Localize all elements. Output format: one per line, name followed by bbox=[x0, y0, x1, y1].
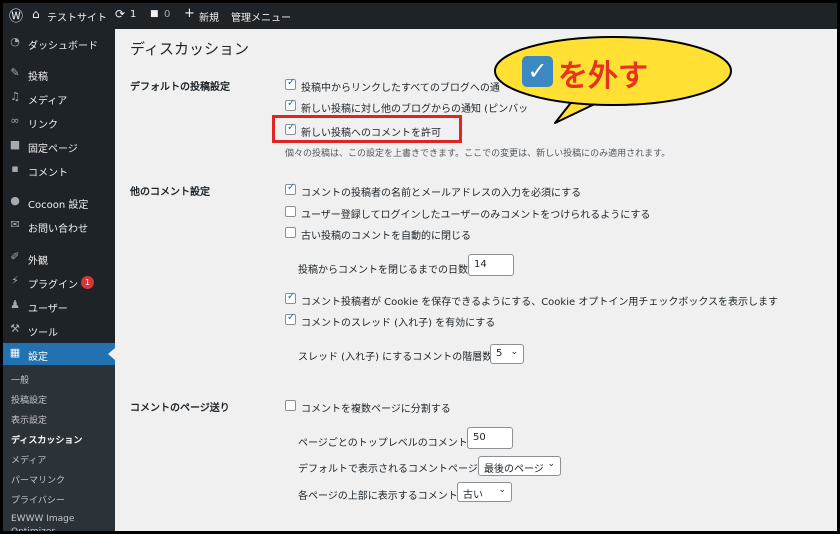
order-select[interactable]: 古い ⌄ bbox=[457, 482, 512, 502]
comment-icon: ▪ bbox=[11, 162, 19, 175]
submenu-permalinks[interactable]: パーマリンク bbox=[11, 473, 65, 486]
chevron-down-icon: ⌄ bbox=[498, 485, 506, 495]
admin-bar: Ⓦ ⌂ テストサイト ⟳ 1 ■ 0 + 新規 管理メニュー bbox=[3, 3, 837, 29]
wordpress-logo-icon[interactable]: Ⓦ bbox=[9, 6, 23, 26]
brush-icon: ✐ bbox=[10, 250, 20, 263]
sidebar-item-users[interactable]: ♟ ユーザー bbox=[3, 295, 115, 317]
submenu-general[interactable]: 一般 bbox=[11, 373, 29, 386]
home-icon[interactable]: ⌂ bbox=[32, 7, 40, 21]
sidebar-item-plugins[interactable]: ⚡ プラグイン 1 bbox=[3, 271, 115, 293]
sidebar-item-contact[interactable]: ✉ お問い合わせ bbox=[3, 215, 115, 237]
option-paginate: コメントを複数ページに分割する bbox=[301, 404, 451, 415]
callout-text: を外す bbox=[558, 59, 648, 94]
chevron-down-icon: ⌄ bbox=[510, 347, 518, 357]
option-threaded: コメントのスレッド (入れ子) を有効にする bbox=[301, 318, 496, 329]
checkbox-registered-only[interactable] bbox=[285, 206, 296, 217]
new-content-link[interactable]: 新規 bbox=[199, 9, 219, 24]
submenu-writing[interactable]: 投稿設定 bbox=[11, 393, 47, 406]
page-icon: ■ bbox=[9, 138, 21, 151]
settings-submenu bbox=[3, 365, 115, 531]
wrench-icon: ⚒ bbox=[10, 322, 20, 335]
close-days-input[interactable]: 14 bbox=[468, 254, 514, 276]
sidebar-item-comments[interactable]: ▪ コメント bbox=[3, 159, 115, 181]
dashboard-icon: ◔ bbox=[10, 35, 20, 48]
option-link-notify: 投稿中からリンクしたすべてのブログへの通 bbox=[301, 83, 500, 94]
close-days-label: 投稿からコメントを閉じるまでの日数 bbox=[298, 265, 468, 276]
checkbox-close-old[interactable] bbox=[285, 227, 296, 238]
site-name-link[interactable]: テストサイト bbox=[47, 9, 107, 24]
submenu-reading[interactable]: 表示設定 bbox=[11, 413, 47, 426]
per-page-input[interactable]: 50 bbox=[467, 427, 513, 449]
checkbox-paginate[interactable] bbox=[285, 400, 296, 411]
order-label: 各ページの上部に表示するコメント bbox=[298, 491, 458, 502]
comments-count: 0 bbox=[164, 9, 171, 20]
submenu-ewww[interactable]: EWWW Image Optimizer bbox=[11, 513, 91, 531]
default-settings-heading: デフォルトの投稿設定 bbox=[130, 82, 230, 93]
comment-paging-heading: コメントのページ送り bbox=[130, 403, 230, 414]
option-cookie-optin: コメント投稿者が Cookie を保存できるようにする、Cookie オプトイン… bbox=[301, 297, 779, 308]
per-page-label: ページごとのトップレベルのコメント bbox=[298, 438, 468, 449]
option-registered-only: ユーザー登録してログインしたユーザーのみコメントをつけられるようにする bbox=[301, 210, 651, 221]
sidebar-item-appearance[interactable]: ✐ 外観 bbox=[3, 247, 115, 269]
sidebar-item-tools[interactable]: ⚒ ツール bbox=[3, 319, 115, 341]
sidebar-item-settings[interactable]: ▦ 設定 bbox=[3, 343, 115, 365]
default-page-select[interactable]: 最後のページ ⌄ bbox=[478, 456, 561, 476]
plugin-icon: ⚡ bbox=[11, 274, 19, 287]
default-page-label: デフォルトで表示されるコメントページ bbox=[298, 464, 478, 475]
sidebar-item-posts[interactable]: ✎ 投稿 bbox=[3, 63, 115, 85]
current-menu-arrow bbox=[108, 348, 115, 360]
sidebar-item-dashboard[interactable]: ◔ ダッシュボード bbox=[3, 32, 115, 54]
option-close-old: 古い投稿のコメントを自動的に閉じる bbox=[301, 231, 471, 242]
mail-icon: ✉ bbox=[10, 218, 20, 231]
plugin-update-badge: 1 bbox=[81, 276, 94, 289]
other-comment-heading: 他のコメント設定 bbox=[130, 187, 210, 198]
sidebar-item-cocoon[interactable]: ● Cocoon 設定 bbox=[3, 191, 115, 213]
checkbox-require-name-email[interactable] bbox=[285, 182, 296, 195]
media-icon: ♫ bbox=[10, 90, 20, 103]
thread-depth-label: スレッド (入れ子) にするコメントの階層数 bbox=[298, 352, 493, 363]
sidebar-item-media[interactable]: ♫ メディア bbox=[3, 87, 115, 109]
updates-icon[interactable]: ⟳ bbox=[115, 7, 125, 21]
checkbox-pingback[interactable] bbox=[285, 98, 296, 111]
checkbox-link-notify[interactable] bbox=[285, 77, 296, 90]
checkbox-cookie-optin[interactable] bbox=[285, 291, 296, 304]
option-require-name-email: コメントの投稿者の名前とメールアドレスの入力を必須にする bbox=[301, 188, 582, 199]
settings-icon: ▦ bbox=[9, 346, 21, 359]
admin-sidebar: ◔ ダッシュボード ✎ 投稿 ♫ メディア ∞ リンク ■ 固定ページ ▪ コメント ● Co… bbox=[3, 29, 115, 531]
comments-icon[interactable]: ■ bbox=[150, 9, 159, 19]
circle-icon: ● bbox=[10, 194, 20, 207]
pin-icon: ✎ bbox=[10, 66, 20, 79]
checkbox-threaded[interactable] bbox=[285, 312, 296, 325]
admin-menu-link[interactable]: 管理メニュー bbox=[231, 9, 291, 24]
default-settings-note: 個々の投稿は、この設定を上書きできます。ここでの変更は、新しい投稿にのみ適用され… bbox=[285, 149, 671, 159]
thread-depth-select[interactable]: 5 ⌄ bbox=[490, 344, 524, 364]
submenu-privacy[interactable]: プライバシー bbox=[11, 493, 65, 506]
sidebar-item-links[interactable]: ∞ リンク bbox=[3, 111, 115, 133]
user-icon: ♟ bbox=[10, 298, 20, 311]
submenu-discussion[interactable]: ディスカッション bbox=[11, 433, 82, 446]
submenu-media[interactable]: メディア bbox=[11, 453, 46, 466]
window-frame: Ⓦ ⌂ テストサイト ⟳ 1 ■ 0 + 新規 管理メニュー ◔ ダッシュボード … bbox=[0, 0, 840, 534]
link-icon: ∞ bbox=[10, 114, 20, 127]
page-title: ディスカッション bbox=[130, 40, 249, 58]
chevron-down-icon: ⌄ bbox=[547, 459, 555, 469]
updates-count: 1 bbox=[130, 9, 137, 20]
plus-icon[interactable]: + bbox=[184, 6, 195, 21]
sidebar-item-pages[interactable]: ■ 固定ページ bbox=[3, 135, 115, 157]
highlight-box bbox=[272, 115, 462, 143]
callout-checkbox-icon: ✓ bbox=[522, 56, 553, 87]
